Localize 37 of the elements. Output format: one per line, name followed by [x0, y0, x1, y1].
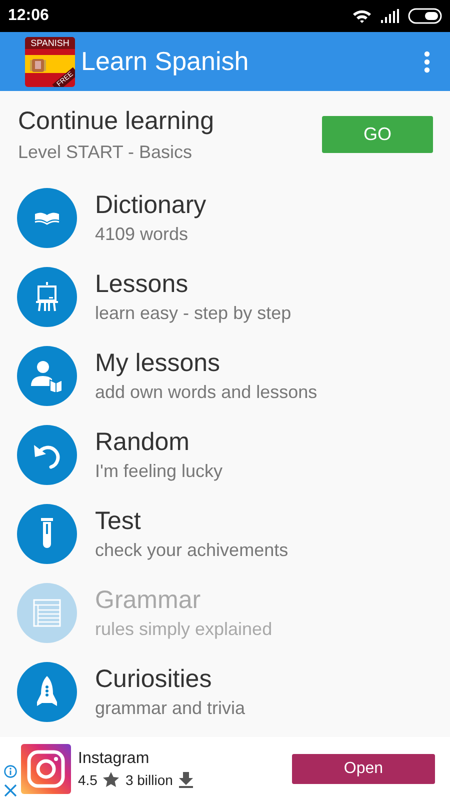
open-button[interactable]: Open: [292, 754, 435, 784]
menu-item-subtitle: grammar and trivia: [95, 698, 246, 718]
battery-icon: [408, 8, 442, 24]
continue-title: Continue learning: [18, 106, 214, 136]
camera-app-icon: [21, 744, 71, 794]
person-reading-icon: [30, 360, 64, 392]
signal-icon: [380, 9, 400, 23]
book-icon: [34, 210, 60, 224]
menu-item-subtitle: I'm feeling lucky: [95, 460, 222, 482]
rating-value: 4.5: [78, 772, 98, 788]
menu-item-title[interactable]: Lessons: [95, 270, 292, 298]
download-icon: [178, 772, 193, 788]
menu-item-title[interactable]: Test: [95, 506, 288, 536]
menu-item-subtitle: add own words and lessons: [95, 382, 318, 402]
rocket-icon: [36, 676, 58, 708]
ad-app-name: Instagram: [78, 750, 150, 768]
download-count: 3 billion: [125, 772, 173, 788]
info-icon[interactable]: [4, 765, 17, 778]
menu-item-title[interactable]: Curiosities: [95, 664, 246, 694]
menu-item-title[interactable]: My lessons: [95, 348, 318, 378]
wifi-icon: [352, 8, 372, 24]
clock-time: 12:06: [8, 7, 49, 25]
menu-item-subtitle: check your achivements: [95, 540, 288, 560]
list-icon: [33, 598, 61, 626]
star-icon: [103, 772, 120, 787]
easel-icon: [35, 282, 59, 312]
close-icon[interactable]: [4, 784, 17, 797]
app-title: Learn Spanish: [81, 46, 250, 77]
logo-text: SPANISH: [25, 36, 75, 48]
menu-item-subtitle: rules simply explained: [95, 618, 272, 640]
menu-item-subtitle: learn easy - step by step: [95, 302, 292, 324]
level-subtitle: Level START - Basics: [18, 142, 194, 162]
menu-item-subtitle: 4109 words: [95, 224, 190, 244]
test-tube-icon: [40, 518, 54, 550]
menu-item-title[interactable]: Dictionary: [95, 190, 206, 220]
menu-item-title[interactable]: Random: [95, 428, 222, 456]
more-options-icon[interactable]: [424, 50, 430, 72]
